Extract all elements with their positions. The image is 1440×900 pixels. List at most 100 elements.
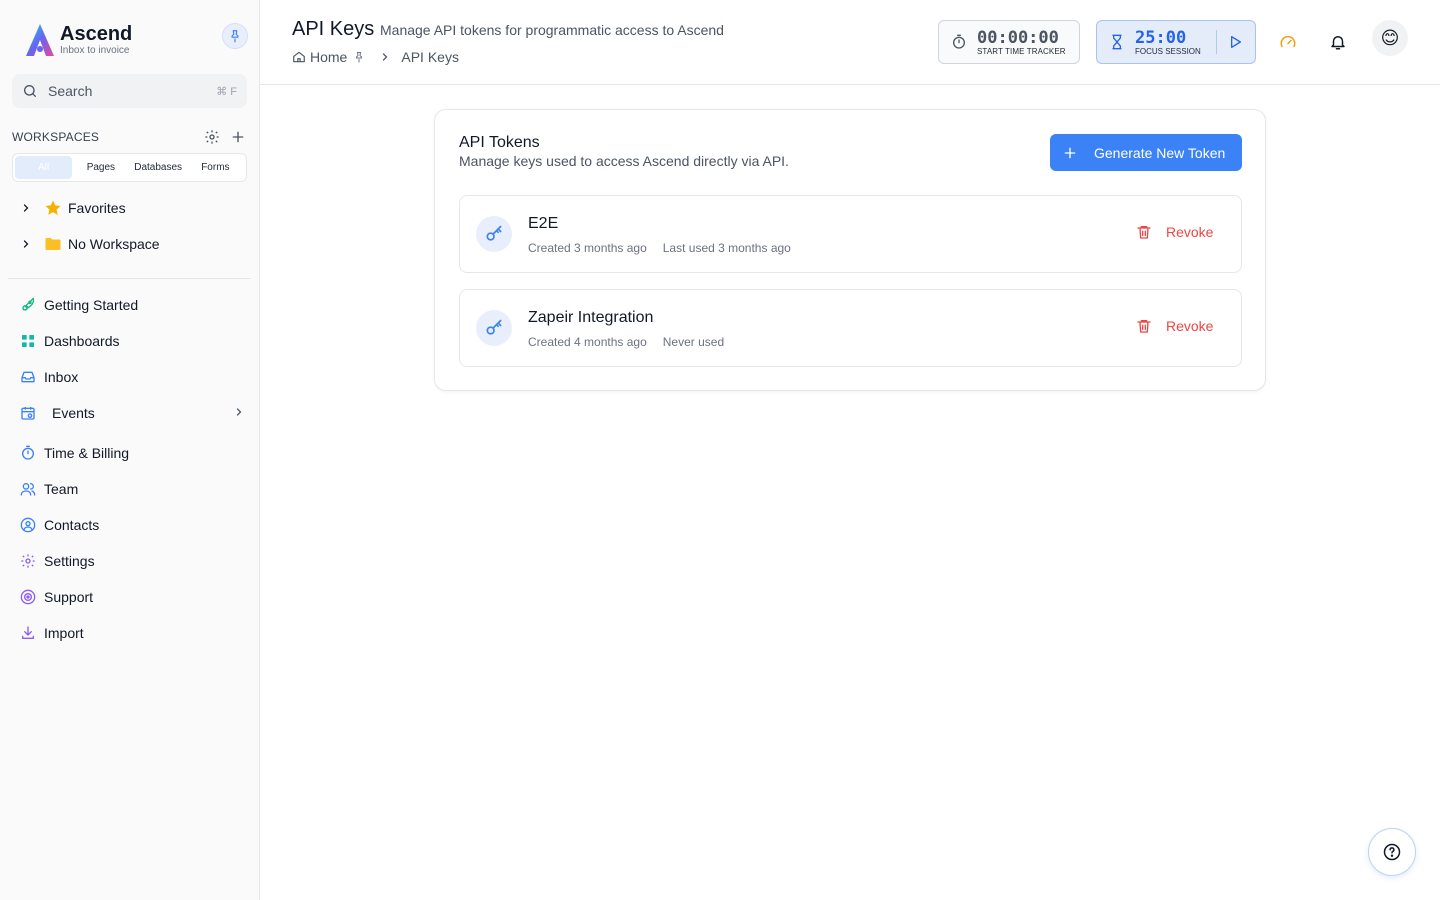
- token-name: Zapeir Integration: [528, 309, 654, 326]
- revoke-button[interactable]: Revoke: [1136, 224, 1213, 240]
- focus-label: FOCUS SESSION: [1135, 46, 1201, 56]
- workspace-settings-icon[interactable]: [203, 128, 221, 146]
- bell-icon[interactable]: [1322, 26, 1354, 58]
- stopwatch-icon: [951, 34, 967, 50]
- nav-label: Getting Started: [44, 297, 139, 313]
- tree-item-favorites[interactable]: Favorites: [20, 196, 126, 220]
- revoke-label: Revoke: [1166, 318, 1214, 334]
- workspaces-header: WORKSPACES: [12, 128, 247, 146]
- token-row: E2E Created 3 months ago Last used 3 mon…: [459, 195, 1242, 273]
- nav-label: Contacts: [44, 517, 100, 533]
- nav-getting-started[interactable]: Getting Started: [20, 293, 245, 317]
- brand-tagline: Inbox to invoice: [60, 45, 130, 56]
- nav-label: Import: [44, 625, 84, 641]
- pin-icon[interactable]: [353, 51, 365, 63]
- token-last-used: Last used 3 months ago: [662, 241, 791, 255]
- token-row: Zapeir Integration Created 4 months ago …: [459, 289, 1242, 367]
- nav-events[interactable]: Events: [20, 401, 245, 425]
- workspaces-title: WORKSPACES: [12, 130, 100, 144]
- sidebar-divider: [8, 278, 251, 279]
- filter-databases[interactable]: Databases: [130, 156, 187, 179]
- download-icon: [20, 625, 36, 641]
- avatar[interactable]: 😊: [1372, 20, 1408, 56]
- workspace-filter: All Pages Databases Forms: [12, 153, 247, 182]
- nav-inbox[interactable]: Inbox: [20, 365, 245, 389]
- token-meta: Created 3 months ago Last used 3 months …: [528, 241, 791, 255]
- nav-label: Team: [44, 481, 79, 497]
- nav-team[interactable]: Team: [20, 477, 245, 501]
- play-icon[interactable]: [1227, 34, 1243, 50]
- help-icon: [1383, 843, 1401, 861]
- help-button[interactable]: [1368, 828, 1416, 876]
- brand[interactable]: Ascend Inbox to invoice: [24, 22, 132, 58]
- page-subtitle: Manage API tokens for programmatic acces…: [380, 22, 724, 38]
- topbar: API Keys Manage API tokens for programma…: [260, 0, 1440, 85]
- tree-item-label: Favorites: [68, 200, 126, 216]
- nav-support[interactable]: Support: [20, 585, 245, 609]
- calendar-icon: [20, 405, 36, 421]
- folder-icon: [44, 235, 62, 253]
- search-icon: [24, 85, 36, 97]
- token-created: Created 4 months ago: [528, 335, 647, 349]
- tracker-time: 00:00:00: [977, 27, 1059, 48]
- sidebar: Ascend Inbox to invoice Search ⌘ F WORKS…: [0, 0, 260, 900]
- star-icon: [44, 199, 62, 217]
- home-icon: [292, 50, 306, 64]
- generate-token-button[interactable]: Generate New Token: [1050, 134, 1242, 171]
- nav-dashboards[interactable]: Dashboards: [20, 329, 245, 353]
- nav-label: Settings: [44, 553, 95, 569]
- token-name: E2E: [528, 215, 559, 232]
- add-workspace-icon[interactable]: [229, 128, 247, 146]
- nav-settings[interactable]: Settings: [20, 549, 245, 573]
- page-title: API Keys: [292, 18, 375, 40]
- gauge-icon[interactable]: [1272, 26, 1304, 58]
- nav-import[interactable]: Import: [20, 621, 245, 645]
- plus-icon: [1062, 145, 1078, 161]
- ascend-logo-icon: [26, 24, 54, 56]
- tracker-label: START TIME TRACKER: [977, 46, 1066, 56]
- hourglass-icon: [1109, 34, 1125, 50]
- grid-icon: [20, 333, 36, 349]
- chevron-right-icon: [379, 51, 391, 63]
- pin-sidebar-button[interactable]: [222, 23, 248, 49]
- trash-icon: [1136, 224, 1152, 240]
- card-title: API Tokens: [459, 134, 540, 151]
- focus-time: 25:00: [1135, 27, 1187, 48]
- search-placeholder: Search: [48, 83, 93, 99]
- key-icon: [476, 310, 512, 346]
- trash-icon: [1136, 318, 1152, 334]
- filter-all[interactable]: All: [15, 156, 73, 179]
- chevron-right-icon: [20, 238, 34, 250]
- filter-pages[interactable]: Pages: [72, 156, 129, 179]
- nav-time-billing[interactable]: Time & Billing: [20, 441, 245, 465]
- users-icon: [20, 481, 36, 497]
- nav-label: Support: [44, 589, 94, 605]
- nav-label: Time & Billing: [44, 445, 130, 461]
- api-tokens-card: API Tokens Manage keys used to access As…: [434, 109, 1266, 391]
- brand-name: Ascend: [60, 23, 133, 45]
- chevron-right-icon: [20, 202, 34, 214]
- token-created: Created 3 months ago: [528, 241, 647, 255]
- breadcrumb-home[interactable]: Home: [310, 49, 347, 65]
- nav-label: Events: [52, 405, 95, 421]
- time-tracker-button[interactable]: 00:00:00 START TIME TRACKER: [938, 20, 1080, 64]
- revoke-button[interactable]: Revoke: [1136, 318, 1213, 334]
- breadcrumb-current: API Keys: [401, 49, 459, 65]
- token-last-used: Never used: [662, 335, 725, 349]
- tree-item-no-workspace[interactable]: No Workspace: [20, 232, 160, 256]
- lifebuoy-icon: [20, 589, 36, 605]
- rocket-icon: [20, 297, 36, 313]
- chevron-right-icon[interactable]: [233, 405, 245, 421]
- tree-item-label: No Workspace: [68, 236, 160, 252]
- filter-forms[interactable]: Forms: [187, 156, 244, 179]
- search-bar[interactable]: Search ⌘ F: [12, 74, 247, 108]
- breadcrumb: Home API Keys: [292, 49, 459, 65]
- pin-icon: [231, 30, 239, 43]
- inbox-icon: [20, 369, 36, 385]
- revoke-label: Revoke: [1166, 224, 1214, 240]
- focus-session-widget[interactable]: 25:00 FOCUS SESSION: [1096, 20, 1256, 64]
- key-icon: [476, 216, 512, 252]
- nav-contacts[interactable]: Contacts: [20, 513, 245, 537]
- token-meta: Created 4 months ago Never used: [528, 335, 724, 349]
- gear-icon: [20, 553, 36, 569]
